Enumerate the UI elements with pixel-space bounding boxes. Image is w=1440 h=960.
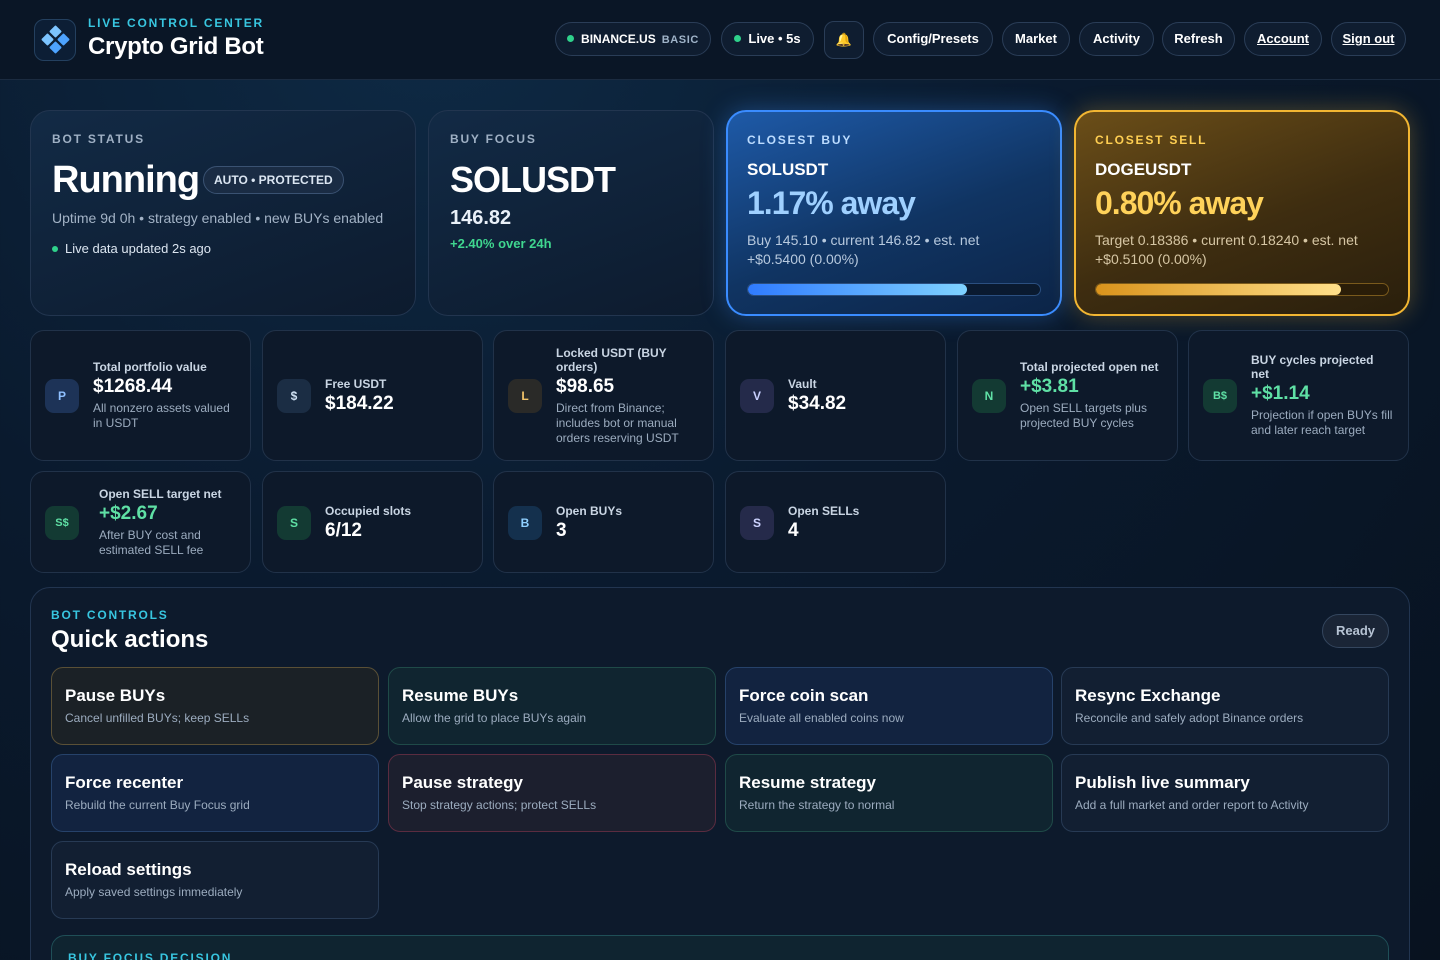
stat-free-usdt: $ Free USDT $184.22 [262, 330, 483, 461]
buy-focus-card: BUY FOCUS SOLUSDT 146.82 +2.40% over 24h [428, 110, 714, 316]
closest-buy-line1: Buy 145.10 • current 146.82 • est. net [747, 232, 980, 248]
closest-buy-symbol: SOLUSDT [747, 160, 829, 179]
buy-cycles-icon: B$ [1203, 379, 1237, 413]
closest-buy-progress [747, 283, 1041, 296]
live-indicator-icon [52, 246, 58, 252]
resync-exchange-button[interactable]: Resync Exchange Reconcile and safely ado… [1061, 667, 1389, 745]
buy-focus-price: 146.82 [450, 207, 512, 229]
nav-config-presets[interactable]: Config/Presets [873, 22, 993, 56]
force-coin-scan-button[interactable]: Force coin scan Evaluate all enabled coi… [725, 667, 1053, 745]
quick-actions-title: Quick actions [51, 626, 209, 653]
stat-vault: V Vault $34.82 [725, 330, 946, 461]
brand-kicker: LIVE CONTROL CENTER [88, 16, 264, 30]
bot-status-details: Uptime 9d 0h • strategy enabled • new BU… [52, 210, 384, 226]
closest-sell-card: CLOSEST SELL DOGEUSDT 0.80% away Target … [1074, 110, 1410, 316]
closest-buy-kicker: CLOSEST BUY [747, 133, 853, 147]
bot-status-kicker: BOT STATUS [52, 132, 145, 146]
vault-icon: V [740, 379, 774, 413]
stat-locked-usdt: L Locked USDT (BUY orders) $98.65 Direct… [493, 330, 714, 461]
open-buys-icon: B [508, 506, 542, 540]
notifications-button[interactable]: 🔔 [824, 21, 864, 59]
sign-out-button[interactable]: Sign out [1331, 22, 1406, 56]
nav-market[interactable]: Market [1002, 22, 1070, 56]
bot-state: Running [52, 159, 200, 201]
live-badge: Live • 5s [721, 22, 814, 56]
force-recenter-button[interactable]: Force recenter Rebuild the current Buy F… [51, 754, 379, 832]
pause-strategy-button[interactable]: Pause strategy Stop strategy actions; pr… [388, 754, 716, 832]
buy-focus-decision-card: BUY FOCUS DECISION [51, 935, 1389, 960]
stat-open-sell-target-net: S$ Open SELL target net +$2.67 After BUY… [30, 471, 251, 573]
resume-buys-button[interactable]: Resume BUYs Allow the grid to place BUYs… [388, 667, 716, 745]
buy-focus-decision-kicker: BUY FOCUS DECISION [68, 951, 233, 960]
portfolio-icon: P [45, 379, 79, 413]
app-title: Crypto Grid Bot [88, 33, 264, 60]
closest-sell-progress-fill [1096, 284, 1342, 295]
buy-focus-change: +2.40% over 24h [450, 236, 552, 251]
refresh-button[interactable]: Refresh [1162, 22, 1235, 56]
lock-icon: L [508, 379, 542, 413]
live-data-note: Live data updated 2s ago [52, 241, 211, 256]
sell-net-icon: S$ [45, 506, 79, 540]
nav-account[interactable]: Account [1244, 22, 1322, 56]
resume-strategy-button[interactable]: Resume strategy Return the strategy to n… [725, 754, 1053, 832]
net-icon: N [972, 379, 1006, 413]
slots-icon: S [277, 506, 311, 540]
closest-buy-line2: +$0.5400 (0.00%) [747, 251, 859, 267]
closest-sell-symbol: DOGEUSDT [1095, 160, 1192, 179]
reload-settings-button[interactable]: Reload settings Apply saved settings imm… [51, 841, 379, 919]
closest-buy-distance: 1.17% away [747, 185, 916, 221]
bell-icon: 🔔 [835, 32, 853, 47]
open-sells-icon: S [740, 506, 774, 540]
buy-focus-kicker: BUY FOCUS [450, 132, 537, 146]
closest-buy-card: CLOSEST BUY SOLUSDT 1.17% away Buy 145.1… [726, 110, 1062, 316]
stat-projected-open-net: N Total projected open net +$3.81 Open S… [957, 330, 1178, 461]
live-dot-icon [734, 35, 742, 42]
bot-controls-kicker: BOT CONTROLS [51, 608, 169, 622]
pause-buys-button[interactable]: Pause BUYs Cancel unfilled BUYs; keep SE… [51, 667, 379, 745]
stat-open-sells: S Open SELLs 4 [725, 471, 946, 573]
buy-focus-symbol: SOLUSDT [450, 159, 616, 200]
nav-activity[interactable]: Activity [1079, 22, 1154, 56]
closest-sell-line1: Target 0.18386 • current 0.18240 • est. … [1095, 232, 1358, 248]
exchange-badge: BINANCE.US BASIC [555, 22, 711, 56]
status-dot-icon [567, 35, 575, 42]
stat-open-buys: B Open BUYs 3 [493, 471, 714, 573]
stat-buy-cycles-net: B$ BUY cycles projected net +$1.14 Proje… [1188, 330, 1409, 461]
publish-live-summary-button[interactable]: Publish live summary Add a full market a… [1061, 754, 1389, 832]
bot-status-card: BOT STATUS Running AUTO • PROTECTED Upti… [30, 110, 416, 316]
ready-badge: Ready [1321, 614, 1389, 648]
closest-sell-line2: +$0.5100 (0.00%) [1095, 251, 1207, 267]
app-logo-icon [34, 19, 76, 61]
closest-sell-progress [1095, 283, 1389, 296]
bot-mode-badge: AUTO • PROTECTED [203, 166, 344, 194]
closest-buy-progress-fill [748, 284, 967, 295]
stat-occupied-slots: S Occupied slots 6/12 [262, 471, 483, 573]
top-bar: LIVE CONTROL CENTER Crypto Grid Bot BINA… [0, 0, 1440, 80]
stat-total-portfolio: P Total portfolio value $1268.44 All non… [30, 330, 251, 461]
dollar-icon: $ [277, 379, 311, 413]
bot-controls-panel: BOT CONTROLS Quick actions Ready Pause B… [30, 587, 1410, 960]
closest-sell-kicker: CLOSEST SELL [1095, 133, 1208, 147]
closest-sell-distance: 0.80% away [1095, 185, 1264, 221]
